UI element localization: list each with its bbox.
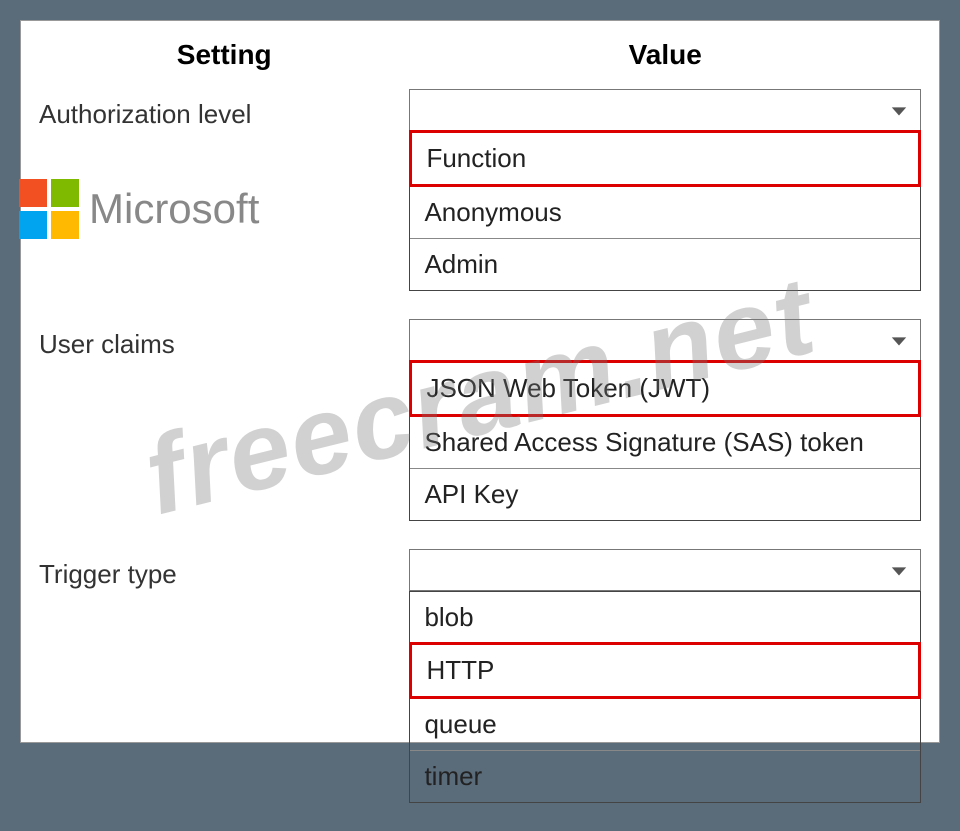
chevron-down-icon	[888, 330, 910, 352]
setting-value-cell: FunctionAnonymousAdmin	[409, 89, 921, 319]
settings-table: Setting Value Authorization levelFunctio…	[39, 39, 921, 831]
dropdown-option-list: JSON Web Token (JWT)Shared Access Signat…	[409, 360, 921, 521]
dropdown-option[interactable]: queue	[410, 698, 920, 750]
setting-value-cell: JSON Web Token (JWT)Shared Access Signat…	[409, 319, 921, 549]
dropdown-option-list: blobHTTPqueuetimer	[409, 591, 921, 803]
dropdown-select[interactable]	[409, 319, 921, 361]
dropdown-option[interactable]: JSON Web Token (JWT)	[409, 360, 921, 417]
microsoft-logo-tiles	[19, 179, 79, 239]
microsoft-logo-text: Microsoft	[89, 185, 259, 233]
setting-label: Trigger type	[39, 549, 409, 831]
dropdown-option[interactable]: blob	[410, 591, 920, 643]
value-column-header: Value	[409, 39, 921, 89]
dropdown-option[interactable]: API Key	[410, 468, 920, 520]
microsoft-logo: Microsoft	[19, 179, 259, 239]
settings-panel: Microsoft freecram.net Setting Value Aut…	[20, 20, 940, 743]
dropdown-option[interactable]: Shared Access Signature (SAS) token	[410, 416, 920, 468]
setting-column-header: Setting	[39, 39, 409, 89]
dropdown-option-list: FunctionAnonymousAdmin	[409, 130, 921, 291]
setting-value-cell: blobHTTPqueuetimer	[409, 549, 921, 831]
dropdown-option[interactable]: timer	[410, 750, 920, 802]
dropdown-option[interactable]: Function	[409, 130, 921, 187]
setting-label: User claims	[39, 319, 409, 549]
dropdown-option[interactable]: Admin	[410, 238, 920, 290]
dropdown-select[interactable]	[409, 549, 921, 591]
dropdown-select[interactable]	[409, 89, 921, 131]
dropdown-option[interactable]: Anonymous	[410, 186, 920, 238]
dropdown-option[interactable]: HTTP	[409, 642, 921, 699]
chevron-down-icon	[888, 560, 910, 582]
chevron-down-icon	[888, 100, 910, 122]
